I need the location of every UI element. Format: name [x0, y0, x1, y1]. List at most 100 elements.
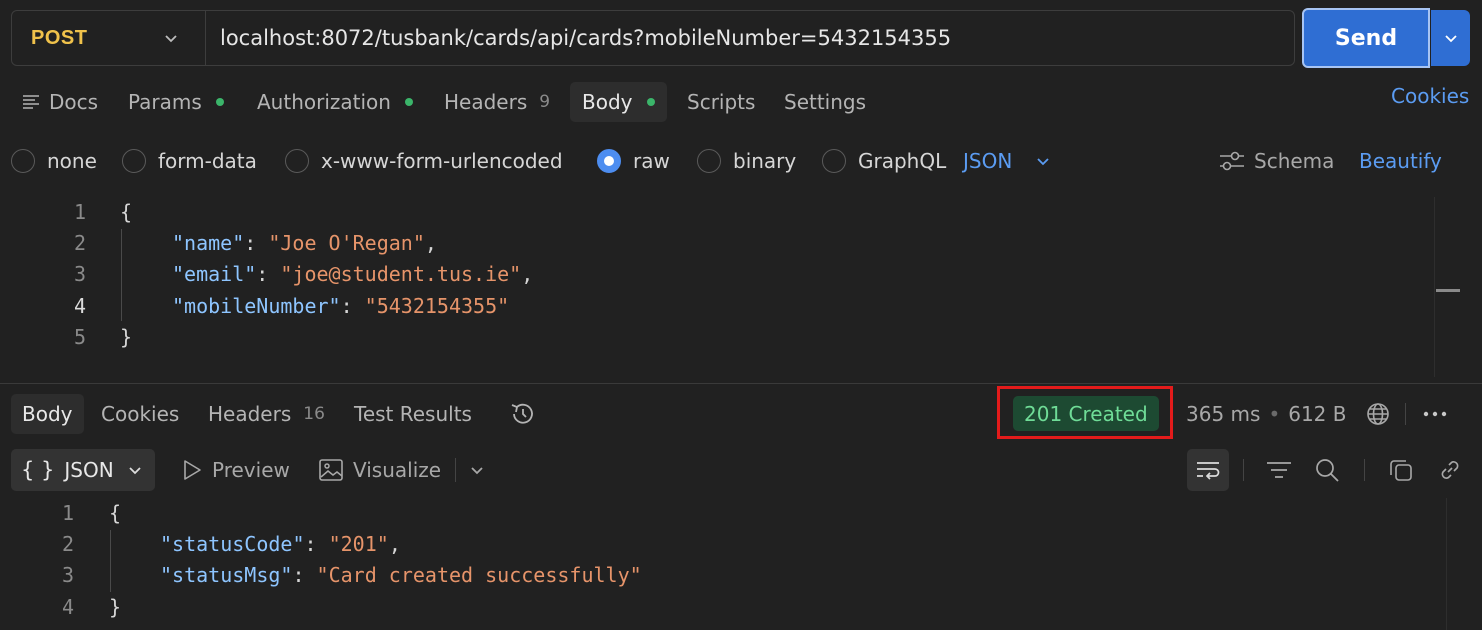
schema-button[interactable]: Schema	[1218, 145, 1334, 177]
brace-close: }	[120, 325, 133, 349]
line-number: 1	[73, 200, 86, 224]
image-icon	[319, 459, 343, 481]
search-button[interactable]	[1306, 449, 1348, 491]
radio-urlencoded[interactable]: x-www-form-urlencoded	[285, 145, 563, 177]
line-number: 1	[61, 501, 74, 525]
beautify-button[interactable]: Beautify	[1359, 145, 1442, 177]
response-format-label: JSON	[64, 458, 114, 482]
visualize-button[interactable]: Visualize	[318, 449, 486, 491]
response-time[interactable]: 365 ms	[1186, 402, 1260, 426]
radio-circle	[285, 149, 309, 173]
response-format-select[interactable]: { } JSON	[11, 449, 155, 491]
radio-raw[interactable]: raw	[597, 145, 670, 177]
code-line: "mobileNumber": "5432154355"	[172, 294, 510, 318]
editor-scrollbar-thumb[interactable]	[1436, 289, 1460, 292]
tab-headers[interactable]: Headers 9	[444, 82, 550, 122]
copy-icon	[1390, 460, 1412, 481]
link-button[interactable]	[1429, 449, 1471, 491]
response-tab-cookies-label: Cookies	[101, 402, 180, 426]
play-icon	[184, 460, 201, 480]
pane-divider[interactable]	[0, 383, 1482, 384]
code-line: "name": "Joe O'Regan",	[172, 231, 437, 255]
response-tab-test-results[interactable]: Test Results	[354, 394, 472, 434]
separator	[1404, 402, 1406, 425]
radio-circle	[11, 149, 35, 173]
tab-scripts[interactable]: Scripts	[687, 82, 755, 122]
json-key: "email"	[172, 262, 257, 286]
body-format-select[interactable]: JSON	[963, 145, 1052, 177]
tab-params-label: Params	[128, 90, 202, 114]
response-body-viewer[interactable]: 1 2 3 4 { "statusCode": "201", "statusMs…	[0, 498, 1482, 630]
response-meta: 365 ms • 612 B	[1186, 396, 1450, 431]
response-size[interactable]: 612 B	[1288, 402, 1346, 426]
chevron-down-icon[interactable]	[468, 461, 486, 479]
tab-docs-label: Docs	[49, 90, 99, 114]
chevron-down-icon	[1037, 158, 1049, 166]
link-icon	[1441, 461, 1459, 479]
line-number: 2	[73, 231, 86, 255]
tab-authorization-label: Authorization	[257, 90, 391, 114]
modified-dot	[646, 98, 655, 106]
line-number: 2	[61, 532, 74, 556]
separator	[1243, 459, 1244, 481]
status-badge[interactable]: 201 Created	[1013, 396, 1159, 431]
tab-docs[interactable]: Docs	[21, 82, 98, 122]
response-tab-cookies[interactable]: Cookies	[101, 394, 179, 434]
globe-icon[interactable]	[1365, 401, 1391, 427]
json-value: "5432154355"	[364, 294, 510, 318]
cookies-link[interactable]: Cookies	[1391, 84, 1469, 108]
brace-open: {	[109, 501, 122, 525]
indent-guide	[110, 530, 111, 592]
radio-form-data[interactable]: form-data	[122, 145, 257, 177]
more-icon[interactable]	[1420, 401, 1450, 427]
modified-dot	[404, 98, 413, 106]
indent-guide	[121, 229, 122, 321]
json-key: "statusCode"	[160, 532, 305, 556]
code-line: "email": "joe@student.tus.ie",	[172, 262, 534, 286]
json-key: "mobileNumber"	[172, 294, 341, 318]
code-line: "statusCode": "201",	[160, 532, 401, 556]
modified-dot	[215, 98, 224, 106]
radio-circle	[822, 149, 846, 173]
tab-settings[interactable]: Settings	[784, 82, 866, 122]
filter-button[interactable]	[1258, 449, 1300, 491]
response-headers-count: 16	[303, 404, 325, 424]
line-number: 3	[73, 262, 86, 286]
line-number: 5	[73, 325, 86, 349]
headers-count: 9	[539, 92, 551, 112]
method-label: POST	[31, 26, 88, 49]
wrap-lines-button[interactable]	[1187, 449, 1229, 491]
preview-button[interactable]: Preview	[180, 449, 290, 491]
schema-label: Schema	[1254, 149, 1335, 173]
visualize-label: Visualize	[353, 458, 442, 482]
history-button[interactable]	[508, 394, 538, 434]
tab-params[interactable]: Params	[128, 82, 224, 122]
response-tab-body[interactable]: Body	[11, 394, 84, 434]
radio-circle	[122, 149, 146, 173]
send-options-button[interactable]	[1431, 10, 1470, 66]
json-key: "name"	[172, 231, 245, 255]
tab-headers-label: Headers	[444, 90, 528, 114]
url-input[interactable]	[220, 22, 1280, 54]
tab-authorization[interactable]: Authorization	[257, 82, 413, 122]
url-bar: POST	[11, 10, 1295, 66]
radio-none-label: none	[47, 149, 97, 173]
line-number: 4	[73, 294, 86, 318]
radio-raw-label: raw	[633, 149, 670, 173]
copy-button[interactable]	[1380, 449, 1422, 491]
radio-binary[interactable]: binary	[697, 145, 796, 177]
tab-body[interactable]: Body	[570, 82, 667, 122]
radio-graphql[interactable]: GraphQL	[822, 145, 946, 177]
radio-form-data-label: form-data	[158, 149, 257, 173]
sliders-icon	[1220, 151, 1244, 171]
method-select[interactable]: POST	[12, 11, 206, 65]
response-tab-headers[interactable]: Headers 16	[208, 394, 325, 434]
response-tab-test-results-label: Test Results	[354, 402, 472, 426]
send-button[interactable]: Send	[1302, 8, 1430, 68]
json-key: "statusMsg"	[160, 563, 293, 587]
json-value: "Joe O'Regan"	[268, 231, 425, 255]
request-body-editor[interactable]: 1 2 3 4 5 { "name": "Joe O'Regan", "emai…	[0, 197, 1482, 377]
braces-icon: { }	[21, 458, 55, 482]
chevron-down-icon	[129, 467, 141, 475]
radio-none[interactable]: none	[11, 145, 97, 177]
